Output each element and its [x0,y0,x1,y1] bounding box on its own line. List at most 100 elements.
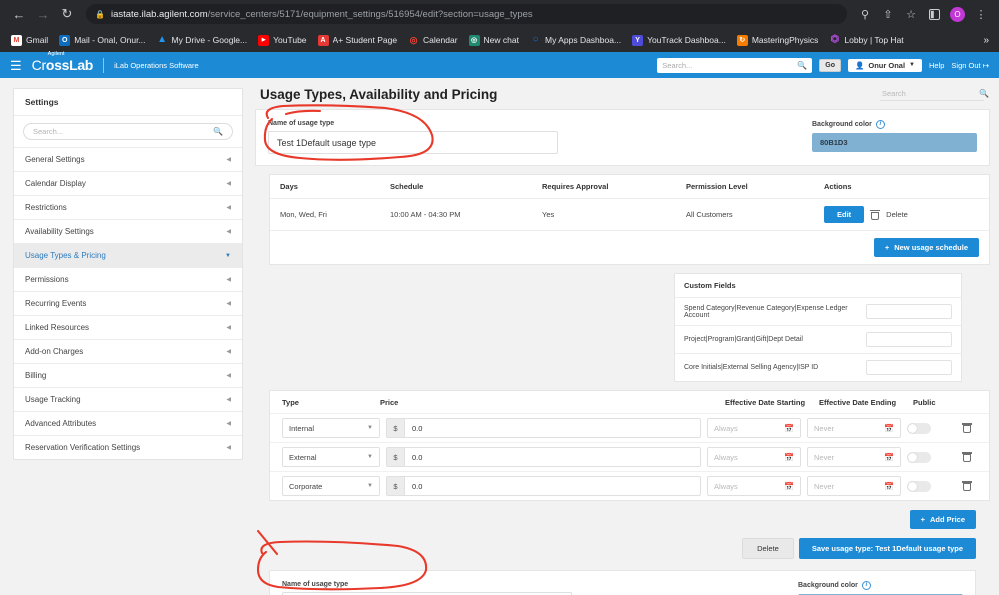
calendar-icon[interactable]: 📅 [884,482,894,491]
add-price-button[interactable]: + Add Price [909,510,976,529]
sidebar-item-recurring-events[interactable]: Recurring Events ◀ [14,292,242,316]
price-type-select[interactable]: Internal ▼ [282,418,380,438]
col-permission-level: Permission Level [686,182,748,191]
content-search-input[interactable] [882,88,979,98]
forward-arrow-icon[interactable]: → [32,3,54,25]
sidebar-item-calendar-display[interactable]: Calendar Display ◀ [14,172,242,196]
sidebar-item-advanced-attributes[interactable]: Advanced Attributes ◀ [14,412,242,436]
user-menu[interactable]: 👤 Onur Onal ▼ [848,58,922,72]
bookmark-star-icon[interactable]: ☆ [901,4,921,24]
effective-end-field[interactable]: 📅 [807,447,901,467]
effective-start-input[interactable] [714,481,785,491]
delete-usage-type-button[interactable]: Delete [742,538,794,559]
sidebar-item-usage-tracking[interactable]: Usage Tracking ◀ [14,388,242,412]
sidebar-item-reservation-verification-settings[interactable]: Reservation Verification Settings ◀ [14,436,242,459]
address-bar[interactable]: 🔒 iastate.ilab.agilent.com/service_cente… [86,4,847,24]
sidebar-search-input[interactable] [33,127,214,136]
delete-price-button[interactable] [957,423,977,433]
share-icon[interactable]: ⇧ [878,4,898,24]
effective-start-input[interactable] [714,452,785,462]
bookmark-item[interactable]: M Gmail [6,33,53,48]
calendar-icon[interactable]: 📅 [884,424,894,433]
bookmark-item[interactable]: A A+ Student Page [313,33,403,48]
sidebar-item-general-settings[interactable]: General Settings ◀ [14,148,242,172]
global-search-box[interactable]: 🔍 [657,57,813,73]
background-color-swatch[interactable]: 80B1D3 [812,133,977,152]
bookmark-item[interactable]: O Mail - Onal, Onur... [54,33,150,48]
content-search-box[interactable]: 🔍 [880,88,989,101]
usage-type-1-name-input[interactable] [268,131,558,154]
reload-icon[interactable]: ↻ [56,3,78,25]
search-icon: 🔍 [213,127,223,136]
price-input[interactable] [404,418,701,438]
calendar-icon[interactable]: 📅 [784,424,794,433]
custom-field-input[interactable] [866,332,952,347]
calendar-icon[interactable]: 📅 [784,453,794,462]
back-arrow-icon[interactable]: ← [8,3,30,25]
profile-avatar[interactable]: O [950,6,965,22]
public-toggle[interactable] [907,422,931,434]
price-input[interactable] [404,476,701,496]
sidebar-item-permissions[interactable]: Permissions ◀ [14,268,242,292]
price-type-value: Internal [289,423,315,433]
effective-end-input[interactable] [814,452,885,462]
sidebar-item-restrictions[interactable]: Restrictions ◀ [14,196,242,220]
sidebar: Settings 🔍 General Settings ◀ Calendar Di… [0,78,255,595]
delete-price-button[interactable] [957,452,977,462]
calendar-icon[interactable]: 📅 [784,482,794,491]
bookmark-item[interactable]: ⏣ Lobby | Top Hat [824,33,908,48]
go-button[interactable]: Go [819,58,842,72]
sidebar-item-billing[interactable]: Billing ◀ [14,364,242,388]
bookmarks-overflow-icon[interactable]: » [983,35,993,46]
effective-end-field[interactable]: 📅 [807,476,901,496]
sidebar-item-linked-resources[interactable]: Linked Resources ◀ [14,316,242,340]
chevron-down-icon: ▼ [367,454,373,460]
effective-end-input[interactable] [814,423,885,433]
bookmark-item[interactable]: ◎ Calendar [403,33,463,48]
sidebar-item-usage-types-pricing[interactable]: Usage Types & Pricing ▼ [14,244,242,268]
bookmark-item[interactable]: ▲ My Drive - Google... [152,33,253,48]
effective-end-field[interactable]: 📅 [807,418,901,438]
save-usage-type-button[interactable]: Save usage type: Test 1Default usage typ… [798,538,976,559]
info-icon[interactable]: i [875,120,885,129]
side-panel-icon[interactable] [924,4,944,24]
sidebar-item-availability-settings[interactable]: Availability Settings ◀ [14,220,242,244]
browser-menu-icon[interactable]: ⋮ [971,4,991,24]
price-type-select[interactable]: Corporate ▼ [282,476,380,496]
delete-price-button[interactable] [957,481,977,491]
trash-icon[interactable] [870,209,881,220]
effective-start-input[interactable] [714,423,785,433]
sign-out-link[interactable]: Sign Out ↦ [951,61,989,70]
help-link[interactable]: Help [929,61,944,70]
col-effective-date-ending: Effective Date Ending [819,398,897,407]
outlook-icon: O [59,34,71,46]
sidebar-search-box[interactable]: 🔍 [23,123,233,140]
effective-end-input[interactable] [814,481,885,491]
custom-field-input[interactable] [866,304,952,319]
price-type-value: Corporate [289,481,323,491]
search-icon[interactable]: ⚲ [855,4,875,24]
global-search-input[interactable] [662,60,798,70]
price-type-select[interactable]: External ▼ [282,447,380,467]
public-toggle[interactable] [907,451,931,463]
calendar-icon[interactable]: 📅 [884,453,894,462]
new-usage-schedule-button[interactable]: + New usage schedule [873,238,979,257]
bookmark-item[interactable]: ↻ MasteringPhysics [732,33,824,48]
public-toggle[interactable] [907,480,931,492]
delete-link[interactable]: Delete [886,210,908,219]
effective-start-field[interactable]: 📅 [707,476,801,496]
sidebar-item-add-on-charges[interactable]: Add-on Charges ◀ [14,340,242,364]
bookmark-item[interactable]: Y YouTrack Dashboa... [627,33,731,48]
chevron-left-icon: ◀ [226,205,231,211]
bookmark-item[interactable]: ◎ New chat [464,33,524,48]
hamburger-menu-icon[interactable]: ☰ [10,59,22,72]
bookmark-item[interactable]: ○ My Apps Dashboa... [525,33,626,48]
bookmark-item[interactable]: ▶ YouTube [253,33,311,48]
edit-button[interactable]: Edit [824,206,865,223]
info-icon[interactable]: i [861,581,871,590]
price-input[interactable] [404,447,701,467]
effective-start-field[interactable]: 📅 [707,418,801,438]
custom-field-input[interactable] [866,360,952,375]
effective-start-field[interactable]: 📅 [707,447,801,467]
chevron-left-icon: ◀ [226,157,231,163]
